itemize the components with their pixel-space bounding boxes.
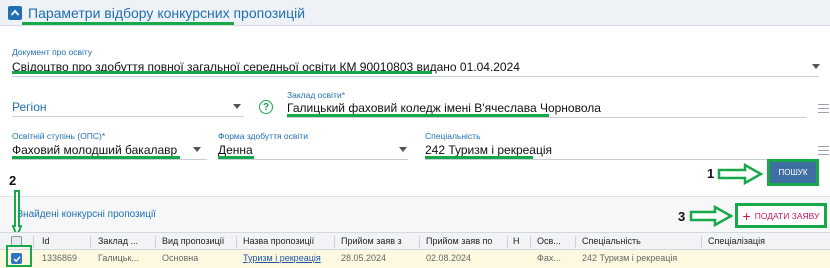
list-icon[interactable] [818, 104, 829, 113]
annotation-number: 2 [9, 173, 17, 188]
column-header-institution[interactable]: Заклад ... [98, 236, 152, 246]
submit-button-label: ПОДАТИ ЗАЯВУ [754, 210, 820, 221]
column-header-from[interactable]: Прийом заяв з [341, 236, 417, 246]
column-header-education[interactable]: Осв... [537, 236, 573, 246]
arrow-right-icon [689, 205, 734, 227]
column-header-to[interactable]: Прийом заяв по [426, 236, 502, 246]
institution-field[interactable]: Галицький фаховий коледж імені В'ячеслав… [287, 101, 601, 115]
chevron-down-icon[interactable] [399, 147, 407, 152]
highlight-underline [22, 22, 234, 25]
annotation-number: 1 [707, 166, 715, 181]
table-header: Id Заклад ... Вид пропозиції Назва пропо… [0, 232, 830, 250]
study-form-select[interactable]: Денна [218, 143, 253, 157]
degree-select[interactable]: Фаховий молодший бакалавр [12, 143, 177, 157]
cell-to: 02.08.2024 [426, 253, 472, 263]
column-divider [90, 236, 91, 248]
chevron-down-icon[interactable] [233, 104, 241, 109]
offer-name-link[interactable]: Туризм і рекреація [243, 253, 331, 263]
column-header-specialty[interactable]: Спеціальність [582, 236, 692, 246]
institution-label: Заклад освіти* [287, 90, 346, 100]
highlight-underline [287, 114, 549, 117]
column-header-n[interactable]: Н [513, 236, 523, 246]
panel-title: Параметри відбору конкурсних пропозицій [28, 4, 306, 21]
column-divider [575, 236, 576, 248]
study-form-label: Форма здобуття освіти [218, 131, 308, 141]
column-header-specialization[interactable]: Спеціалізація [708, 236, 818, 246]
specialty-underline [425, 159, 807, 160]
column-divider [334, 236, 335, 248]
highlight-underline [12, 71, 432, 74]
table-row[interactable]: 1336869 Галицьк... Основна Туризм і рекр… [0, 250, 830, 268]
cell-institution: Галицьк... [98, 253, 139, 263]
highlight-underline [12, 156, 180, 159]
column-divider [236, 236, 237, 248]
document-underline [12, 76, 818, 77]
highlight-underline [218, 156, 254, 159]
arrow-right-icon [717, 163, 764, 185]
cell-offer-type: Основна [162, 253, 199, 263]
degree-underline [12, 159, 207, 160]
column-header-offer-name[interactable]: Назва пропозиції [243, 236, 315, 246]
cell-specialty: 242 Туризм і рекреація [582, 253, 678, 263]
cell-id: 1336869 [42, 253, 78, 263]
specialty-label: Спеціальність [425, 131, 481, 141]
document-label: Документ про освіту [12, 47, 93, 57]
study-form-underline [218, 159, 408, 160]
search-button[interactable]: ПОШУК [767, 159, 819, 186]
column-divider [507, 236, 508, 248]
plus-icon: + [742, 207, 751, 224]
chevron-down-icon[interactable] [812, 64, 820, 69]
help-icon[interactable]: ? [259, 100, 273, 114]
specialty-field[interactable]: 242 Туризм і рекреація [425, 143, 552, 157]
column-header-id[interactable]: Id [42, 236, 87, 246]
column-divider [155, 236, 156, 248]
degree-label: Освітній ступінь (ОПС)* [12, 131, 106, 141]
column-header-offer-type[interactable]: Вид пропозиції [162, 236, 234, 246]
arrow-down-icon [12, 190, 22, 238]
column-divider [530, 236, 531, 248]
region-select[interactable]: Регіон [12, 100, 47, 114]
submit-application-button[interactable]: + ПОДАТИ ЗАЯВУ [735, 203, 827, 228]
cell-from: 28.05.2024 [341, 253, 387, 263]
chevron-up-icon[interactable] [8, 5, 22, 20]
results-title: Знайдені конкурсні пропозиції [17, 209, 156, 220]
cell-education: Фах... [537, 253, 561, 263]
column-divider [701, 236, 702, 248]
chevron-down-icon[interactable] [193, 147, 201, 152]
institution-underline [287, 117, 807, 118]
annotation-number: 3 [678, 209, 686, 224]
list-icon[interactable] [818, 146, 829, 155]
highlight-box [6, 245, 32, 267]
column-divider [419, 236, 420, 248]
column-divider [33, 236, 34, 248]
region-underline [12, 116, 244, 117]
highlight-underline [425, 156, 533, 159]
